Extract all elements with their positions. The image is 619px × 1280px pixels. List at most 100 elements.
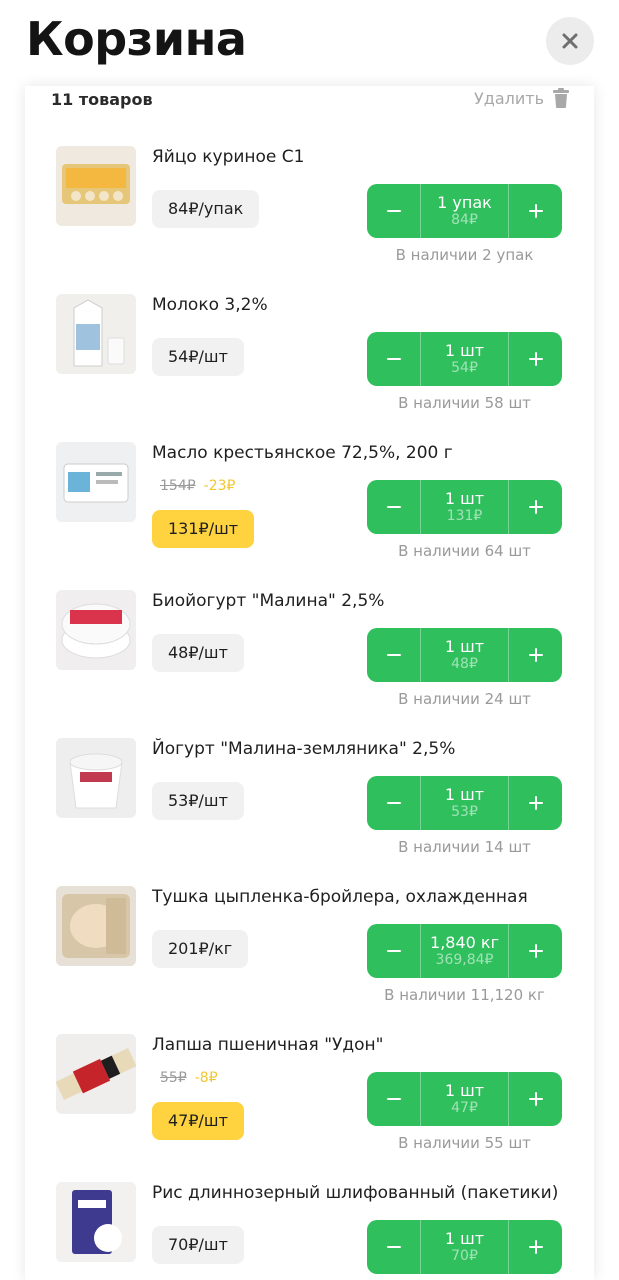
increase-button[interactable] [508,628,562,682]
increase-button[interactable] [508,1220,562,1274]
delete-label: Удалить [474,88,544,108]
stock-info: В наличии 55 шт [398,1134,531,1152]
quantity-display: 1 шт 53₽ [421,776,508,830]
product-image[interactable] [56,1034,136,1114]
product-name[interactable]: Рис длиннозерный шлифованный (пакетики) [152,1183,558,1203]
quantity-display: 1 шт 47₽ [421,1072,508,1126]
product-name[interactable]: Тушка цыпленка-бройлера, охлажденная [152,887,528,907]
decrease-button[interactable] [367,776,421,830]
quantity-stepper: 1 упак 84₽ [367,184,562,238]
stock-info: В наличии 14 шт [398,838,531,856]
quantity-stepper: 1,840 кг 369,84₽ [367,924,562,978]
product-picture [56,1034,136,1114]
plus-icon [528,648,543,662]
unit-price: 53₽/шт [152,782,244,820]
line-total: 47₽ [451,1100,478,1117]
stock-info: В наличии 64 шт [398,542,531,560]
decrease-button[interactable] [367,924,421,978]
product-picture [56,738,136,818]
unit-price: 70₽/шт [152,1226,244,1264]
quantity-display: 1 шт 70₽ [421,1220,508,1274]
increase-button[interactable] [508,1072,562,1126]
quantity-value: 1 шт [444,784,485,804]
product-picture [56,886,136,966]
quantity-stepper: 1 шт 48₽ [367,628,562,682]
product-name[interactable]: Яйцо куриное С1 [152,147,304,167]
product-image[interactable] [56,442,136,522]
cart-item: Лапша пшеничная "Удон" 55₽ -8₽ 47₽/шт 1 … [25,1034,594,1182]
quantity-display: 1 шт 54₽ [421,332,508,386]
cart-panel: 11 товаров Удалить Яйцо куриное С1 84₽/у… [25,86,594,1280]
quantity-stepper: 1 шт 47₽ [367,1072,562,1126]
cart-item: Биойогурт "Малина" 2,5% 48₽/шт 1 шт 48₽ … [25,590,594,738]
quantity-display: 1 упак 84₽ [421,184,508,238]
increase-button[interactable] [508,480,562,534]
decrease-button[interactable] [367,1220,421,1274]
trash-icon [553,88,569,108]
cart-item: Молоко 3,2% 54₽/шт 1 шт 54₽ В наличии 58… [25,294,594,442]
line-total: 54₽ [451,360,478,377]
minus-icon [386,1098,401,1100]
plus-icon [528,500,543,514]
decrease-button[interactable] [367,184,421,238]
delete-all-button[interactable]: Удалить [474,88,570,108]
increase-button[interactable] [508,924,562,978]
close-icon [562,33,578,49]
decrease-button[interactable] [367,1072,421,1126]
decrease-button[interactable] [367,480,421,534]
plus-icon [528,1240,543,1254]
product-picture [56,590,136,670]
unit-price: 54₽/шт [152,338,244,376]
cart-item: Йогурт "Малина-земляника" 2,5% 53₽/шт 1 … [25,738,594,886]
quantity-value: 1 шт [444,636,485,656]
increase-button[interactable] [508,776,562,830]
minus-icon [386,654,401,656]
product-image[interactable] [56,146,136,226]
product-image[interactable] [56,590,136,670]
quantity-value: 1 шт [444,1228,485,1248]
stock-info: В наличии 58 шт [398,394,531,412]
decrease-button[interactable] [367,628,421,682]
items-count: 11 товаров [51,90,153,109]
quantity-stepper: 1 шт 53₽ [367,776,562,830]
product-image[interactable] [56,294,136,374]
product-name[interactable]: Йогурт "Малина-земляника" 2,5% [152,739,455,759]
product-name[interactable]: Биойогурт "Малина" 2,5% [152,591,384,611]
close-button[interactable] [546,17,594,65]
line-total: 53₽ [451,804,478,821]
product-image[interactable] [56,738,136,818]
product-image[interactable] [56,886,136,966]
unit-price: 201₽/кг [152,930,249,968]
increase-button[interactable] [508,332,562,386]
unit-price: 48₽/шт [152,634,244,672]
quantity-display: 1,840 кг 369,84₽ [421,924,508,978]
line-total: 70₽ [451,1248,478,1265]
cart-item: Тушка цыпленка-бройлера, охлажденная 201… [25,886,594,1034]
plus-icon [528,204,543,218]
minus-icon [386,506,401,508]
unit-price: 47₽/шт [152,1102,244,1140]
product-name[interactable]: Молоко 3,2% [152,295,268,315]
plus-icon [528,352,543,366]
old-price: 55₽ [160,1070,187,1086]
minus-icon [386,210,401,212]
header: Корзина [0,0,619,86]
plus-icon [528,944,543,958]
product-picture [56,1182,136,1262]
line-total: 131₽ [446,508,483,525]
product-picture [56,146,136,226]
cart-item: Рис длиннозерный шлифованный (пакетики) … [25,1182,594,1280]
product-image[interactable] [56,1182,136,1262]
quantity-value: 1 шт [444,488,485,508]
discount: -8₽ [194,1070,218,1086]
product-name[interactable]: Лапша пшеничная "Удон" [152,1035,383,1055]
product-picture [56,294,136,374]
old-price-row: 55₽ -8₽ [160,1070,218,1086]
product-name[interactable]: Масло крестьянское 72,5%, 200 г [152,443,453,463]
quantity-display: 1 шт 48₽ [421,628,508,682]
decrease-button[interactable] [367,332,421,386]
plus-icon [528,796,543,810]
quantity-value: 1 упак [437,192,492,212]
increase-button[interactable] [508,184,562,238]
cart-item: Масло крестьянское 72,5%, 200 г 154₽ -23… [25,442,594,590]
